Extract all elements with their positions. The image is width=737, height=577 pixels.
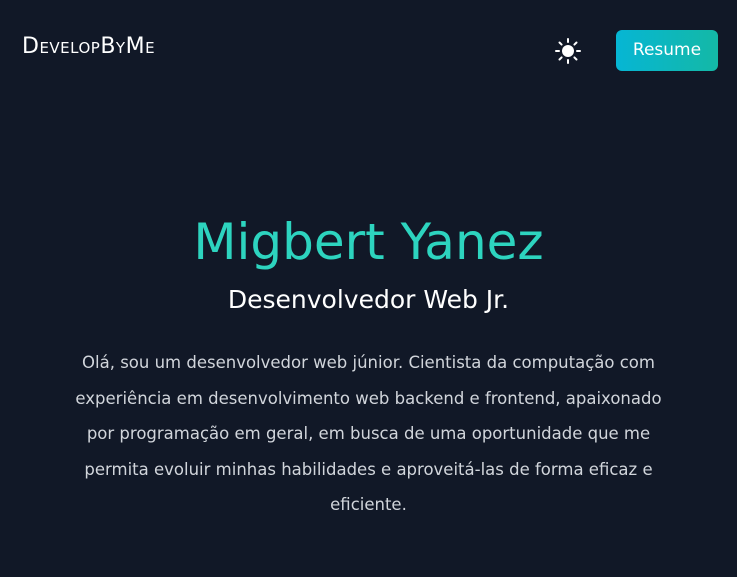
hero-role: Desenvolvedor Web Jr. xyxy=(227,285,510,314)
theme-toggle-button[interactable] xyxy=(553,36,583,66)
brand-logo[interactable]: DevelopByMe xyxy=(22,33,155,61)
hero-section: Migbert Yanez Desenvolvedor Web Jr. Olá,… xyxy=(0,205,737,523)
navbar: DevelopByMe Resume xyxy=(0,0,737,100)
resume-button[interactable]: Resume xyxy=(616,30,718,71)
sun-icon xyxy=(555,38,581,64)
hero-name: Migbert Yanez xyxy=(193,213,544,271)
hero-bio: Olá, sou um desenvolvedor web júnior. Ci… xyxy=(75,353,662,514)
